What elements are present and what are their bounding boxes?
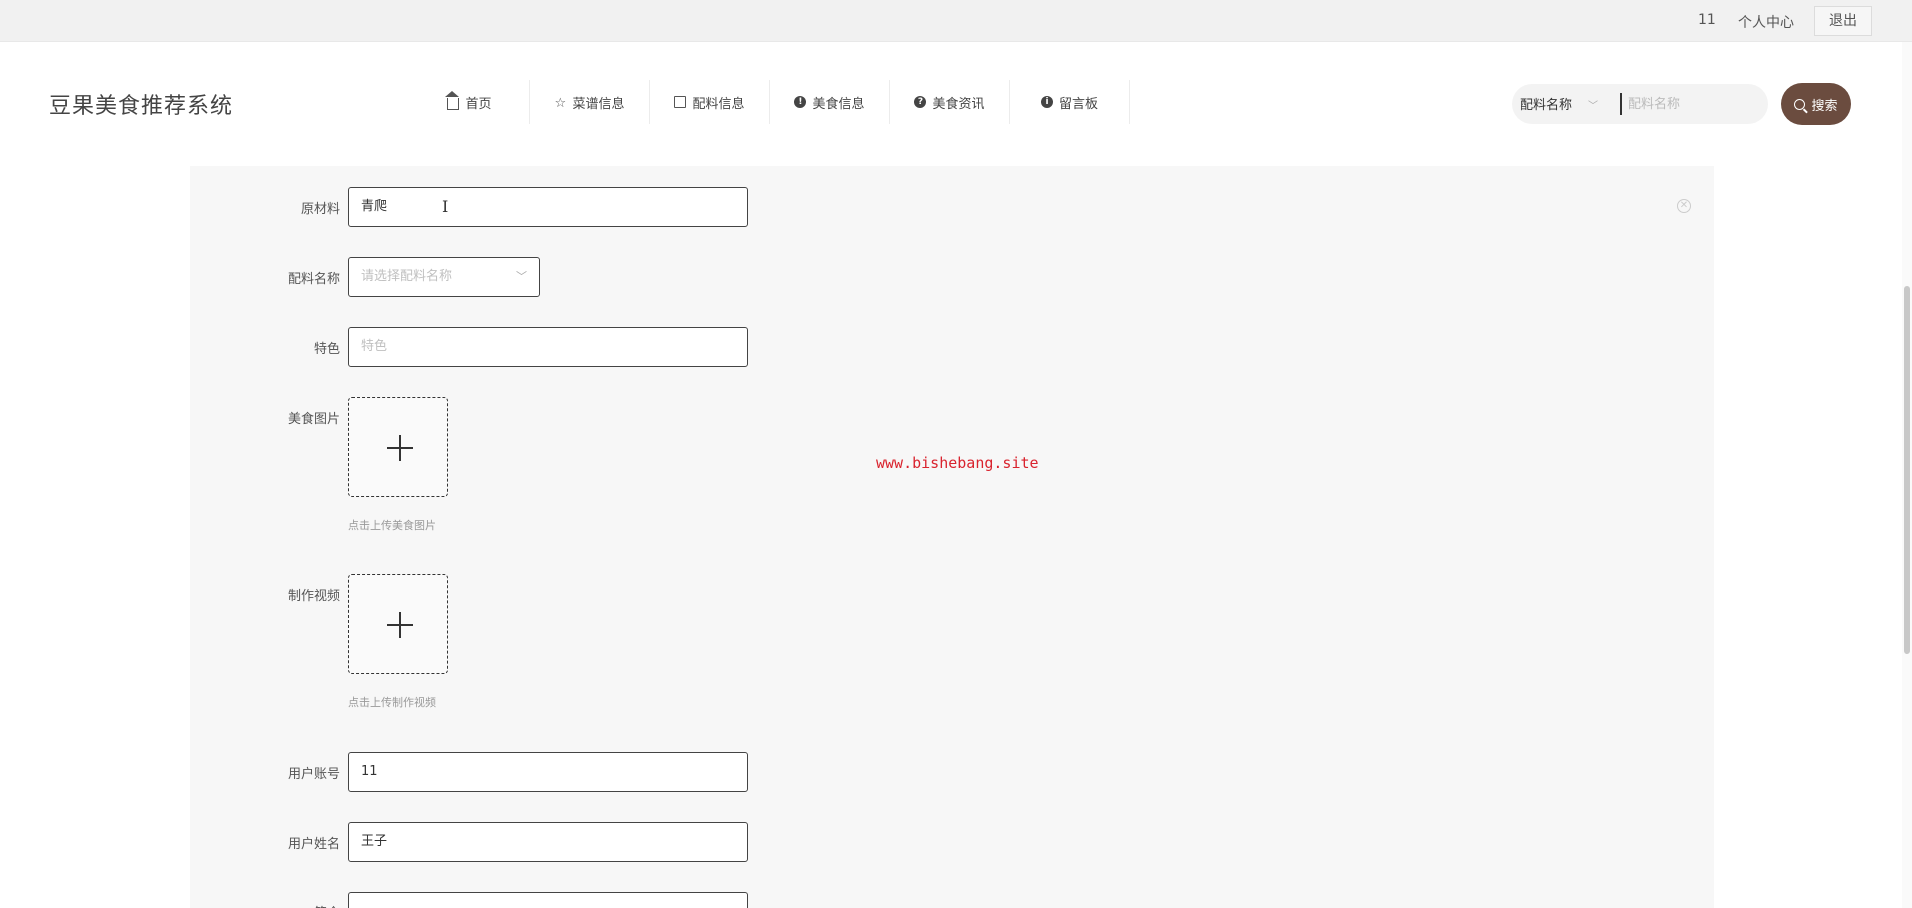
food-image-label: 美食图片: [287, 412, 340, 427]
site-brand[interactable]: 豆果美食推荐系统: [49, 88, 233, 120]
chevron-down-icon: ﹀: [1588, 101, 1599, 112]
search-bar: 配料名称 ﹀: [1512, 84, 1768, 124]
search-type-value: 配料名称: [1520, 98, 1573, 113]
account-input[interactable]: 11: [348, 752, 748, 792]
search-type-select[interactable]: 配料名称 ﹀: [1520, 94, 1598, 113]
ingredient-name-placeholder: 请选择配料名称: [361, 269, 453, 284]
close-icon[interactable]: ✕: [1677, 199, 1691, 213]
food-image-hint: 点击上传美食图片: [348, 519, 436, 532]
raw-material-label: 原材料: [300, 202, 340, 217]
nav-item-label: 首页: [465, 96, 492, 112]
home-icon: [445, 91, 460, 110]
nav-item-label: 美食信息: [812, 96, 865, 112]
nav-item-food-news[interactable]: ? 美食资讯: [890, 80, 1010, 124]
plus-icon-stroke: [399, 435, 401, 461]
food-image-upload[interactable]: [348, 397, 448, 497]
top-bar: 11 个人中心 退出: [0, 0, 1912, 42]
video-hint: 点击上传制作视频: [348, 696, 436, 709]
ingredient-name-label: 配料名称: [287, 272, 340, 287]
search-button[interactable]: 搜索: [1781, 83, 1851, 125]
star-icon: ☆: [554, 96, 567, 111]
main-nav: 首页 ☆ 菜谱信息 配料信息 ! 美食信息 ? 美食资讯 i 留言板: [410, 80, 1130, 124]
nav-item-ingredients[interactable]: 配料信息: [650, 80, 770, 124]
watermark-text: www.bishebang.site: [876, 454, 1039, 472]
bag-icon: [674, 96, 687, 108]
page-scrollbar[interactable]: [1902, 42, 1912, 908]
user-name-input[interactable]: 王子: [348, 822, 748, 862]
question-icon: ?: [914, 96, 927, 108]
search-input[interactable]: [1628, 92, 1758, 116]
nav-item-label: 留言板: [1058, 96, 1098, 112]
feature-label: 特色: [313, 342, 340, 357]
feature-input[interactable]: 特色: [348, 327, 748, 367]
search-divider: [1620, 93, 1622, 115]
info-icon: !: [794, 96, 807, 108]
scrollbar-thumb[interactable]: [1904, 286, 1910, 654]
ingredient-name-select[interactable]: 请选择配料名称 ﹀: [348, 257, 540, 297]
text-cursor-icon: I: [442, 197, 449, 216]
video-label: 制作视频: [287, 589, 340, 604]
nav-item-home[interactable]: 首页: [410, 80, 530, 124]
info-icon: i: [1040, 96, 1053, 108]
nav-item-message-board[interactable]: i 留言板: [1010, 80, 1130, 124]
nav-item-food-info[interactable]: ! 美食信息: [770, 80, 890, 124]
profile-link[interactable]: 个人中心: [1738, 12, 1794, 32]
username-label: 11: [1698, 12, 1716, 28]
chevron-down-icon: ﹀: [516, 270, 527, 283]
nav-item-recipes[interactable]: ☆ 菜谱信息: [530, 80, 650, 124]
search-icon: [1794, 98, 1806, 110]
intro-label: 简介: [240, 902, 340, 908]
nav-item-label: 配料信息: [692, 96, 745, 112]
account-label: 用户账号: [287, 767, 340, 782]
search-button-label: 搜索: [1811, 98, 1838, 114]
video-upload[interactable]: [348, 574, 448, 674]
logout-button[interactable]: 退出: [1814, 6, 1872, 36]
nav-item-label: 美食资讯: [932, 96, 985, 112]
user-name-label: 用户姓名: [287, 837, 340, 852]
nav-item-label: 菜谱信息: [572, 96, 625, 112]
plus-icon-stroke: [399, 612, 401, 638]
raw-material-input[interactable]: 青爬: [348, 187, 748, 227]
intro-input[interactable]: [348, 892, 748, 908]
